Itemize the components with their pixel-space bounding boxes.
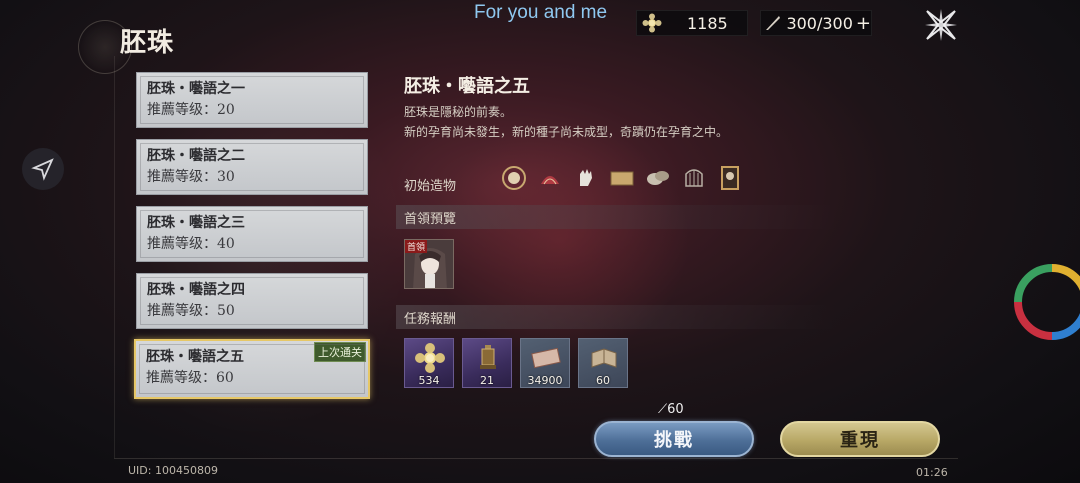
panel-divider: [114, 56, 115, 458]
level-item-1[interactable]: 胚珠・囈語之一 推薦等级：20: [136, 72, 368, 128]
red-bag-icon[interactable]: [534, 164, 566, 192]
overlay-title: For you and me: [474, 2, 608, 23]
reward-count: 534: [418, 374, 440, 387]
level-recommended: 推薦等级：60: [146, 370, 234, 386]
skull-wheel-icon[interactable]: [498, 164, 530, 192]
quill-icon: ⟋: [658, 402, 668, 417]
send-icon: [31, 158, 54, 181]
reward-count: 60: [596, 374, 610, 387]
ring-icon: [1014, 264, 1080, 340]
reward-count: 34900: [527, 374, 563, 387]
add-energy-button[interactable]: +: [856, 13, 871, 34]
level-item-3[interactable]: 胚珠・囈語之三 推薦等级：40: [136, 206, 368, 262]
gold-flower-icon: [639, 10, 665, 36]
challenge-button[interactable]: 挑戰: [594, 421, 754, 457]
share-button[interactable]: [22, 148, 64, 190]
level-name: 胚珠・囈語之四: [147, 282, 245, 298]
energy-amount: 300/300: [786, 13, 853, 33]
user-id: UID: 100450809: [128, 464, 218, 477]
level-recommended: 推薦等级：20: [147, 102, 235, 118]
replay-button[interactable]: 重現: [780, 421, 940, 457]
coins-icon[interactable]: [642, 164, 674, 192]
detail-title: 胚珠・囈語之五: [404, 76, 530, 97]
boss-portrait[interactable]: 首領: [404, 239, 454, 289]
level-recommended: 推薦等级：40: [147, 236, 235, 252]
relics-label: 初始造物: [404, 178, 457, 194]
last-cleared-badge: 上次通关: [314, 342, 366, 362]
glove-icon[interactable]: [570, 164, 602, 192]
level-recommended: 推薦等级：30: [147, 169, 235, 185]
detail-description-line-1: 胚珠是隱秘的前奏。: [404, 105, 513, 119]
footer-divider: [114, 458, 958, 459]
reward-item[interactable]: 21: [462, 338, 512, 388]
level-name: 胚珠・囈語之三: [147, 215, 245, 231]
reward-item[interactable]: 34900: [520, 338, 570, 388]
cost-value: 60: [667, 402, 684, 417]
challenge-cost: ⟋60: [658, 402, 684, 417]
gold-amount: 1185: [687, 13, 728, 33]
level-name: 胚珠・囈語之二: [147, 148, 245, 164]
rewards-section: 任務報酬: [396, 305, 836, 329]
banknote-icon: [531, 343, 561, 377]
energy-currency[interactable]: 300/300 +: [760, 10, 872, 36]
book-icon: [589, 343, 619, 377]
boss-section: 首領預覽: [396, 205, 836, 229]
clock: 01:26: [916, 466, 948, 479]
ticket-icon[interactable]: [606, 164, 638, 192]
level-item-4[interactable]: 胚珠・囈語之四 推薦等级：50: [136, 273, 368, 329]
portrait-frame-icon[interactable]: [714, 164, 746, 192]
close-icon: [925, 9, 957, 41]
boss-tag: 首領: [405, 240, 428, 253]
gold-currency[interactable]: 1185: [636, 10, 748, 36]
cage-icon[interactable]: [678, 164, 710, 192]
level-name: 胚珠・囈語之一: [147, 81, 245, 97]
relic-list: [498, 164, 746, 192]
level-item-2[interactable]: 胚珠・囈語之二 推薦等级：30: [136, 139, 368, 195]
level-item-5[interactable]: 上次通关 胚珠・囈語之五 推薦等级：60: [134, 339, 370, 399]
reward-count: 21: [480, 374, 494, 387]
reward-item[interactable]: 534: [404, 338, 454, 388]
close-button[interactable]: [918, 4, 964, 46]
reward-item[interactable]: 60: [578, 338, 628, 388]
detail-description-line-2: 新的孕育尚未發生，新的種子尚未成型，奇蹟仍在孕育之中。: [404, 125, 729, 139]
floating-ring-widget[interactable]: [1012, 262, 1080, 342]
golden-flower-icon: [415, 343, 445, 377]
page-title: 胚珠: [120, 28, 175, 58]
rewards-label: 任務報酬: [404, 311, 457, 327]
level-recommended: 推薦等级：50: [147, 303, 235, 319]
boss-label: 首領預覽: [404, 211, 457, 227]
lantern-icon: [473, 343, 503, 377]
quill-icon: [761, 10, 784, 36]
